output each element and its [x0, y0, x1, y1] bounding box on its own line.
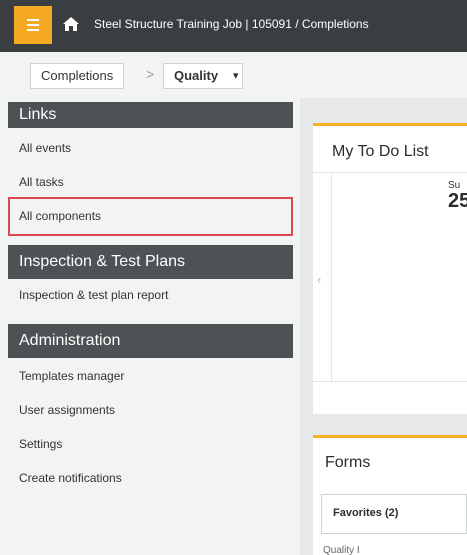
section-header-administration: Administration [8, 324, 293, 358]
project-breadcrumb-title: Steel Structure Training Job | 105091 / … [94, 17, 369, 31]
carousel-divider [331, 173, 332, 381]
section-header-links: Links [8, 102, 293, 128]
chevron-down-icon: ▾ [233, 70, 239, 82]
breadcrumb-completions[interactable]: Completions [30, 63, 125, 89]
section-header-itp: Inspection & Test Plans [8, 245, 293, 279]
todo-card-body [313, 172, 467, 382]
todo-card-title: My To Do List [332, 143, 429, 160]
breadcrumb: Completions > Quality ▾ [0, 52, 467, 98]
sidebar-item-create-notifications[interactable]: Create notifications [19, 471, 122, 485]
quality-dropdown-label: Quality [174, 68, 219, 83]
sidebar-item-itp-report[interactable]: Inspection & test plan report [19, 288, 168, 302]
favorites-tab-label: Favorites (2) [333, 507, 399, 519]
home-icon[interactable] [62, 15, 80, 33]
sidebar-item-all-tasks[interactable]: All tasks [19, 175, 64, 189]
sidebar-item-user-assignments[interactable]: User assignments [19, 403, 115, 417]
forms-list-item[interactable]: Quality I [323, 545, 360, 555]
stat-value[interactable]: 25 [448, 190, 467, 213]
sidebar-item-all-events[interactable]: All events [19, 141, 71, 155]
breadcrumb-chevron-icon: > [146, 66, 155, 82]
sidebar-item-settings[interactable]: Settings [19, 437, 62, 451]
sidebar-item-all-components[interactable]: All components [19, 209, 101, 223]
sidebar-item-templates-manager[interactable]: Templates manager [19, 369, 124, 383]
quality-dropdown[interactable]: Quality [163, 63, 244, 89]
hamburger-menu-button[interactable] [14, 6, 52, 44]
app-header: Steel Structure Training Job | 105091 / … [0, 0, 467, 52]
chevron-left-icon[interactable]: ‹ [317, 272, 321, 287]
hamburger-icon [27, 19, 39, 21]
forms-card-title: Forms [325, 454, 371, 471]
